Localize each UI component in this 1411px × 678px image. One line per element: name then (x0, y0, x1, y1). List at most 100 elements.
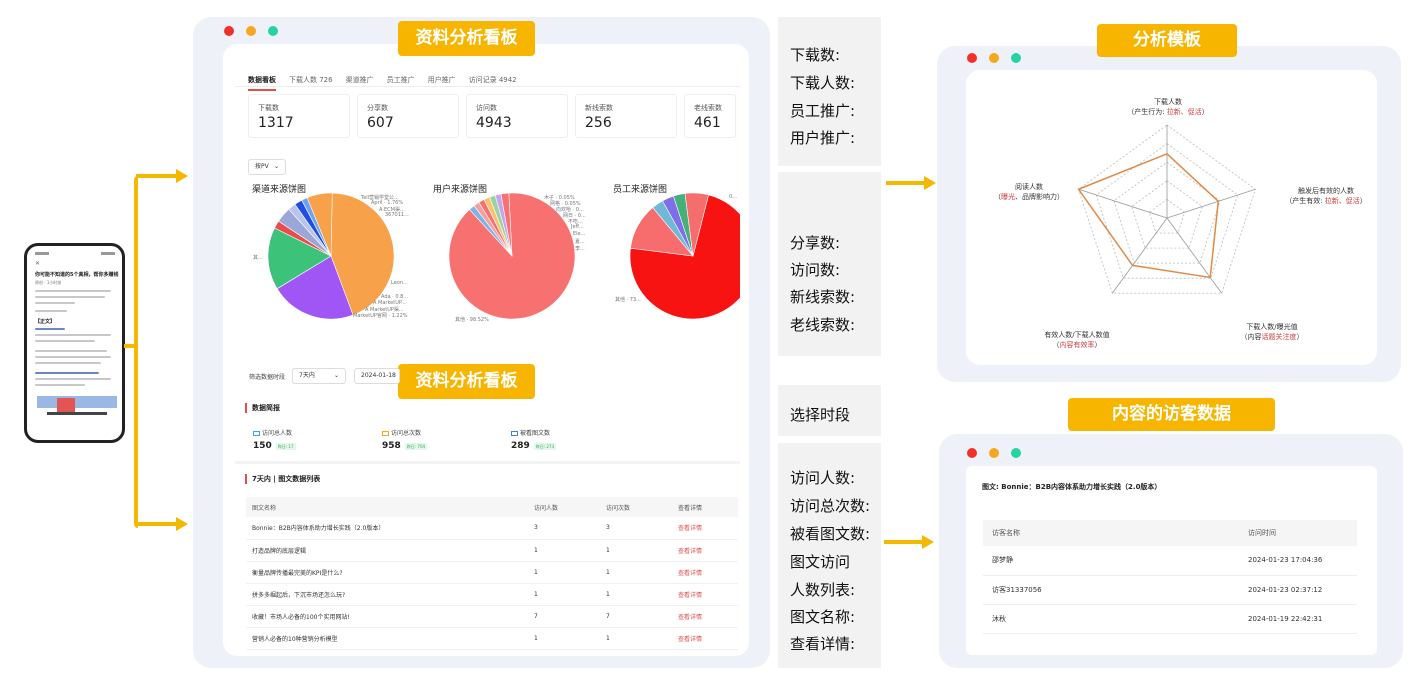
pie-label: Jeff... (571, 224, 584, 230)
radar-axis (1166, 217, 1222, 294)
stat-downloads: 下载数 1317 (248, 94, 350, 138)
radar-axis (1112, 217, 1168, 294)
chevron-down-icon: ⌄ (333, 372, 339, 379)
phone-article-meta: 原创 · 1小时前 (35, 280, 62, 285)
table-row: Bonnie：B2B内容体系助力增长实践（2.0版本） 3 3 查看详情 (246, 517, 738, 540)
table-row: 沐秋 2024-01-19 22:42:31 (983, 604, 1357, 634)
arrow-right-icon (924, 176, 936, 190)
phone-image (37, 396, 117, 408)
view-detail-link[interactable]: 查看详情 (672, 627, 738, 650)
list-title: 7天内 | 图文数据列表 (245, 474, 320, 484)
window-maximize-dot (1011, 448, 1021, 458)
pie-label: Ele... (573, 231, 586, 237)
legend-box-4: 访问人数: 访问总次数: 被看图文数: 图文访问 人数列表: 图文名称: 查看详… (778, 443, 881, 668)
pie-charts-svg (267, 192, 740, 320)
radar-label-bottom-right: 下载人数/曝光值 （内容话题关注度） (1240, 323, 1304, 341)
period-select[interactable]: 7天内 ⌄ (292, 368, 346, 384)
pie-employee (629, 192, 740, 320)
table-row: 营销人必备的10种营销分析模型 1 1 查看详情 (246, 627, 738, 650)
radar-label-left: 阅读人数 （曝光、品牌影响力） (994, 183, 1064, 201)
window-close-dot (967, 448, 977, 458)
chevron-down-icon: ⌄ (273, 163, 279, 170)
arrow-right-icon (176, 517, 188, 531)
legend-box-3: 选择时段 (778, 385, 881, 436)
phone-status-bar (35, 252, 115, 256)
table-row: 收藏！市场人必备的100个实用网站! 7 7 查看详情 (246, 605, 738, 628)
col-visitor-name: 访客名称 (983, 520, 1239, 546)
tab-downloads[interactable]: 下载人数 726 (289, 76, 333, 84)
col-visits: 访问次数 (600, 497, 672, 517)
pie-label: 夏... (575, 239, 585, 245)
summary-articles: 被看图文数 289 昨日: 273 (511, 430, 557, 451)
radar-badge: 分析模板 (1097, 24, 1237, 57)
col-visit-time: 访问时间 (1239, 520, 1357, 546)
radar-label-right: 触发后有效的人数 （产生有效: 拉新、促活） (1285, 187, 1367, 205)
col-visitors: 访问人数 (528, 497, 600, 517)
window-minimize-dot (989, 448, 999, 458)
bracket-line (134, 176, 138, 528)
window-close-dot (967, 53, 977, 63)
tab-user[interactable]: 用户推广 (428, 76, 456, 84)
radar-axis (1166, 188, 1256, 219)
pie-label: Leon... (391, 280, 408, 286)
pie-label: 367011... (385, 212, 409, 218)
stat-visits: 访问数 4943 (466, 94, 568, 138)
summary-title: 数据简报 (245, 403, 280, 413)
table-row: 邵梦静 2024-01-23 17:04:36 (983, 546, 1357, 576)
visitor-table: 访客名称 访问时间 邵梦静 2024-01-23 17:04:36 访客31337… (983, 520, 1357, 634)
view-detail-link[interactable]: 查看详情 (672, 539, 738, 562)
view-detail-link[interactable]: 查看详情 (672, 583, 738, 606)
table-row: 访客31337056 2024-01-23 02:37:12 (983, 575, 1357, 605)
filter-label: 筛选数据时段 (249, 374, 286, 381)
legend-box-1: 下载数: 下载人数: 员工推广: 用户推广: (778, 17, 881, 166)
tab-employee[interactable]: 员工推广 (387, 76, 415, 84)
phone-mockup: ✕ 你可能不知道的5个真相，帮你多赚钱 原创 · 1小时前 【正文】 (24, 243, 125, 443)
radar-label-top: 下载人数 （产生行为: 拉新、促活） (1127, 98, 1209, 116)
summary-visits: 访问总次数 958 昨日: 704 (382, 430, 428, 451)
phone-article-title: 你可能不知道的5个真相，帮你多赚钱 (35, 272, 119, 278)
stat-shares: 分享数 607 (357, 94, 459, 138)
pie-label: 李... (575, 246, 585, 252)
dashboard-badge-top: 资料分析看板 (398, 21, 535, 56)
dashboard-tabs: 数据看板 下载人数 726 渠道推广 员工推广 用户推广 访问记录 4942 (248, 67, 728, 91)
visitor-badge: 内容的访客数据 (1068, 398, 1275, 431)
window-maximize-dot (268, 26, 278, 36)
tab-data-board[interactable]: 数据看板 (248, 76, 276, 91)
document-icon (511, 431, 518, 436)
tab-channel[interactable]: 渠道推广 (346, 76, 374, 84)
radar-axis (1078, 188, 1168, 219)
pie-charts-area: 渠道来源饼图 用户来源饼图 员工来源饼图 Tell营销学堂公... April … (235, 182, 740, 326)
arrow-right-icon (922, 535, 934, 549)
table-row: 衡量品牌传播最完美的KPI是什么? 1 1 查看详情 (246, 561, 738, 584)
pie-label: 其他 · 98.52% (455, 317, 489, 323)
view-detail-link[interactable]: 查看详情 (672, 561, 738, 584)
eye-icon (382, 431, 389, 436)
article-table: 图文名称 访问人数 访问次数 查看详情 Bonnie：B2B内容体系助力增长实践… (246, 497, 738, 650)
window-maximize-dot (1011, 53, 1021, 63)
phone-section-label: 【正文】 (35, 319, 56, 325)
stat-old-leads: 老线索数 461 (684, 94, 736, 138)
radar-series (1077, 152, 1220, 279)
pie-label: MarketUP官网 · 1.22% (353, 313, 408, 319)
stat-new-leads: 新线索数 256 (575, 94, 677, 138)
date-picker[interactable]: 2024-01-18 (354, 368, 400, 384)
phone-close-icon[interactable]: ✕ (35, 260, 40, 267)
table-row: 打造品牌的底层逻辑 1 1 查看详情 (246, 539, 738, 562)
dashboard-badge-bottom: 资料分析看板 (398, 364, 535, 399)
summary-visitors: 访问总人数 150 昨日: 17 (253, 430, 296, 451)
people-icon (253, 431, 260, 436)
pie-label: 0... (729, 194, 737, 200)
view-detail-link[interactable]: 查看详情 (672, 605, 738, 628)
pv-select[interactable]: 按PV ⌄ (248, 159, 286, 175)
pie-label: 其... (253, 255, 263, 261)
window-close-dot (224, 26, 234, 36)
col-article: 图文名称 (246, 497, 528, 517)
radar-label-bottom-left: 有效人数/下载人数值 （内容有效率） (1044, 331, 1110, 349)
window-minimize-dot (989, 53, 999, 63)
view-detail-link[interactable]: 查看详情 (672, 517, 738, 540)
arrow-right-icon (176, 169, 188, 183)
visitor-article-title: 图文: Bonnie：B2B内容体系助力增长实践（2.0版本） (982, 483, 1162, 491)
tab-visits[interactable]: 访问记录 4942 (469, 76, 517, 84)
window-minimize-dot (246, 26, 256, 36)
radar-grid (1078, 124, 1256, 294)
